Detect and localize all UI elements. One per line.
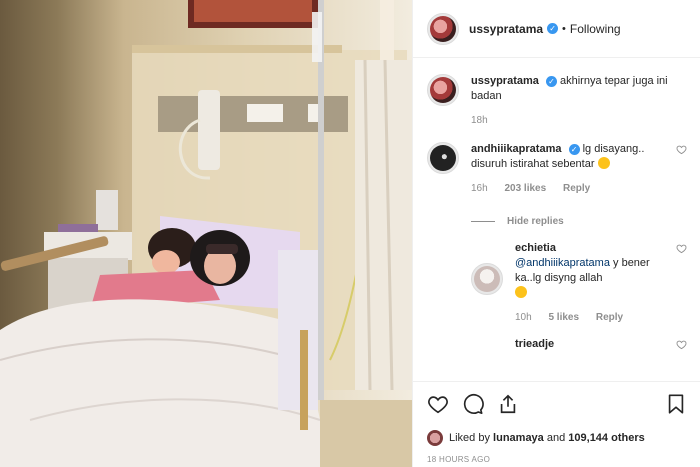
share-icon[interactable] [497,393,519,415]
hospital-bed-photo [0,0,412,467]
reply-age[interactable]: 10h [515,312,532,323]
caption-meta: 18h [471,113,669,128]
reply-username[interactable]: echietia [515,242,556,254]
caption: ussypratama ✓ akhirnya tepar juga ini ba… [427,74,687,128]
comment-body: andhiiikapratama ✓ lg disayang.. disuruh… [471,142,687,196]
comment-meta: 16h 203 likes Reply [471,181,669,196]
action-bar [427,392,687,416]
instagram-post-modal: ussypratama ✓ • Following ussypratama ✓ … [0,0,700,467]
mention-link[interactable]: @andhiiikapratama [515,257,610,269]
liker-avatar[interactable] [427,430,443,446]
liked-user-link[interactable]: lunamaya [493,432,544,444]
liked-and: and [546,432,566,444]
reply-button[interactable]: Reply [563,183,590,194]
post-timestamp[interactable]: 18 HOURS AGO [427,455,687,464]
heart-icon[interactable] [676,339,687,350]
post-photo[interactable] [0,0,412,467]
reply-likes[interactable]: 5 likes [548,312,579,323]
liked-count-link[interactable]: 109,144 others [568,432,644,444]
post-header: ussypratama ✓ • Following [413,0,700,58]
hide-replies-button[interactable]: Hide replies [471,216,687,227]
bookmark-icon[interactable] [665,393,687,415]
reply-username[interactable]: trieadje [515,338,554,350]
verified-badge-icon: ✓ [545,76,557,87]
liked-prefix: Liked by [449,432,490,444]
avatar[interactable] [471,263,503,295]
caption-age[interactable]: 18h [471,115,488,126]
list-item: andhiiikapratama ✓ lg disayang.. disuruh… [427,142,687,196]
following-button[interactable]: Following [570,22,621,36]
avatar[interactable] [427,12,459,45]
verified-badge-icon: ✓ [547,23,559,34]
comments-list[interactable]: ussypratama ✓ akhirnya tepar juga ini ba… [413,59,700,381]
heart-icon[interactable] [676,144,687,155]
comment-icon[interactable] [462,393,484,415]
list-item: echietia @andhiiikapratama y bener ka..l… [471,241,687,325]
smiling-emoji-icon [597,157,610,169]
reply-body: trieadje [515,337,687,369]
reply-button[interactable]: Reply [596,312,623,323]
heart-icon[interactable] [427,393,449,415]
header-username[interactable]: ussypratama [469,22,543,36]
likes-summary: Liked by lunamaya and 109,144 others [427,430,687,446]
reply-body: echietia @andhiiikapratama y bener ka..l… [515,241,687,325]
verified-badge-icon: ✓ [568,144,580,155]
post-actions: Liked by lunamaya and 109,144 others 18 … [413,381,700,467]
post-side-panel: ussypratama ✓ • Following ussypratama ✓ … [412,0,700,467]
smiling-emoji-icon [515,286,527,298]
caption-body: ussypratama ✓ akhirnya tepar juga ini ba… [471,74,687,128]
comment-username[interactable]: andhiiikapratama [471,143,561,155]
heart-icon[interactable] [676,243,687,254]
comment-likes[interactable]: 203 likes [504,183,546,194]
avatar[interactable] [427,74,459,106]
list-item: trieadje [471,337,687,369]
caption-username[interactable]: ussypratama [471,75,539,87]
separator-dot: • [562,22,566,35]
reply-meta: 10h 5 likes Reply [515,310,669,325]
hide-replies-label: Hide replies [507,216,564,227]
divider [471,221,495,222]
comment-age[interactable]: 16h [471,183,488,194]
avatar[interactable] [427,142,459,174]
